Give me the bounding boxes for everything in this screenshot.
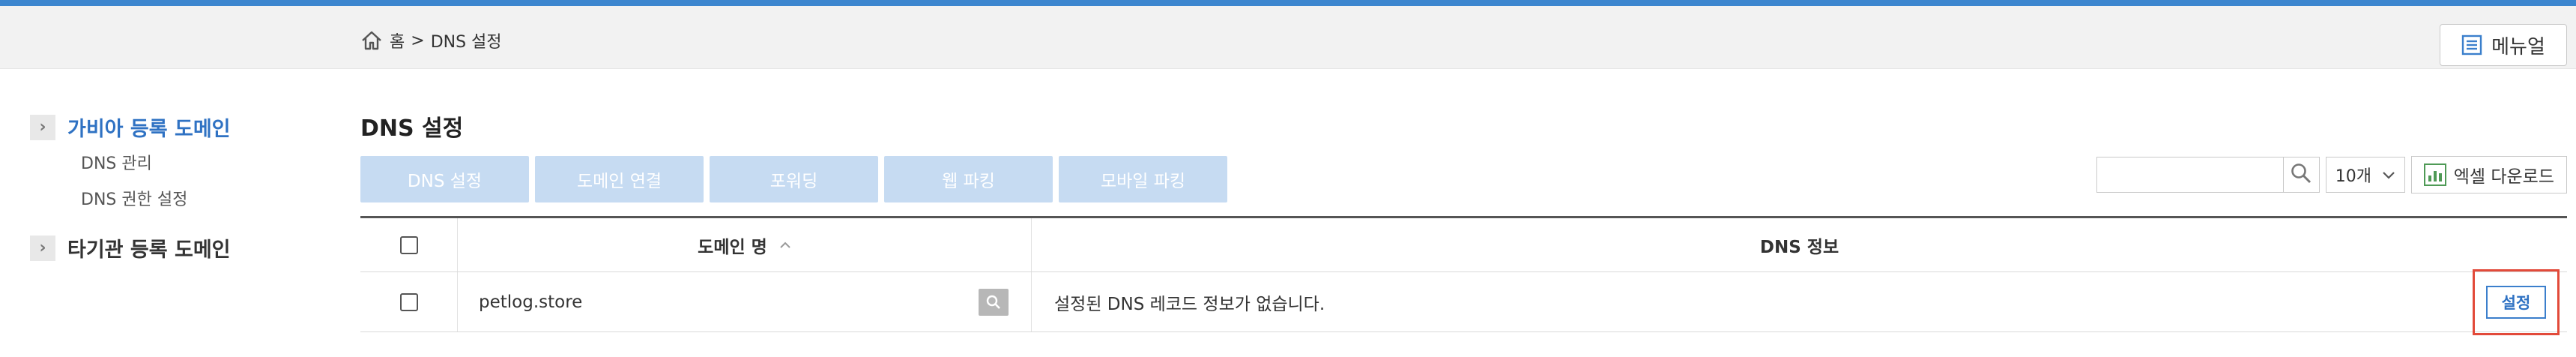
breadcrumb-current: DNS 설정 — [430, 33, 502, 52]
column-header-dns: DNS 정보 — [1759, 237, 1839, 257]
excel-download-label: 엑셀 다운로드 — [2453, 167, 2554, 187]
manual-button[interactable]: 메뉴얼 — [2440, 24, 2567, 66]
sidebar-group-label: 타기관 등록 도메인 — [67, 238, 231, 262]
document-list-icon — [2461, 34, 2482, 56]
header-domain-cell[interactable]: 도메인 명 — [458, 218, 1032, 272]
page-size-value: 10개 — [2335, 167, 2371, 186]
sidebar-item-dns-permission[interactable]: DNS 권한 설정 — [30, 182, 300, 218]
tab-dns-settings[interactable]: DNS 설정 — [360, 156, 529, 202]
column-header-domain: 도메인 명 — [698, 237, 767, 257]
breadcrumb: 홈 > DNS 설정 — [360, 28, 502, 52]
home-icon[interactable] — [360, 28, 384, 52]
table-header-row: 도메인 명 DNS 정보 — [360, 218, 2567, 272]
sidebar: › 가비아 등록 도메인 DNS 관리 DNS 권한 설정 › 타기관 등록 도… — [30, 112, 300, 262]
search-icon — [986, 295, 1000, 309]
header-dns-cell: DNS 정보 — [1032, 218, 2567, 272]
table-tools: 10개 엑셀 다운로드 — [2096, 156, 2567, 194]
domain-search-button[interactable] — [979, 288, 1009, 316]
action-tabs: DNS 설정 도메인 연결 포워딩 웹 파킹 모바일 파킹 — [360, 156, 1227, 202]
select-all-checkbox[interactable] — [399, 236, 418, 254]
top-accent-rule — [0, 0, 2576, 6]
dns-settings-button[interactable]: 설정 — [2486, 285, 2546, 319]
page-title: DNS 설정 — [360, 116, 464, 142]
sidebar-group-other-domains[interactable]: › 타기관 등록 도메인 — [30, 233, 300, 262]
breadcrumb-separator: > — [411, 31, 425, 50]
header-bar: 홈 > DNS 설정 메뉴얼 — [0, 6, 2576, 69]
tab-mobile-parking[interactable]: 모바일 파킹 — [1059, 156, 1227, 202]
excel-chart-icon — [2423, 164, 2446, 186]
sidebar-item-dns-manage[interactable]: DNS 관리 — [30, 146, 300, 182]
highlight-box: 설정 — [2473, 268, 2560, 335]
sort-ascending-icon[interactable] — [779, 238, 791, 252]
header-check-cell — [360, 218, 458, 272]
domain-name: petlog.store — [479, 292, 583, 312]
chevron-down-icon — [2382, 166, 2395, 184]
chevron-right-icon: › — [30, 114, 55, 140]
row-domain-cell: petlog.store — [458, 272, 1032, 332]
row-dns-cell: 설정된 DNS 레코드 정보가 없습니다. 설정 — [1032, 268, 2567, 335]
page-size-select[interactable]: 10개 — [2325, 157, 2405, 193]
domain-table: 도메인 명 DNS 정보 petlog.store 설정된 DNS 레코드 정보… — [360, 216, 2567, 335]
search-input[interactable] — [2096, 157, 2284, 193]
tab-forwarding[interactable]: 포워딩 — [710, 156, 878, 202]
row-checkbox[interactable] — [399, 292, 418, 311]
dns-info-text: 설정된 DNS 레코드 정보가 없습니다. — [1054, 294, 1325, 314]
search-icon — [2290, 162, 2312, 188]
search-button[interactable] — [2283, 157, 2320, 193]
sidebar-group-gabia-domains[interactable]: › 가비아 등록 도메인 — [30, 112, 300, 142]
table-row: petlog.store 설정된 DNS 레코드 정보가 없습니다. 설정 — [360, 268, 2567, 335]
excel-download-button[interactable]: 엑셀 다운로드 — [2410, 156, 2567, 194]
sidebar-group-label: 가비아 등록 도메인 — [67, 118, 231, 141]
tab-web-parking[interactable]: 웹 파킹 — [884, 156, 1053, 202]
tab-domain-connect[interactable]: 도메인 연결 — [535, 156, 704, 202]
chevron-right-icon: › — [30, 235, 55, 261]
breadcrumb-home[interactable]: 홈 — [390, 28, 405, 52]
row-check-cell — [360, 272, 458, 332]
manual-button-label: 메뉴얼 — [2491, 35, 2545, 58]
